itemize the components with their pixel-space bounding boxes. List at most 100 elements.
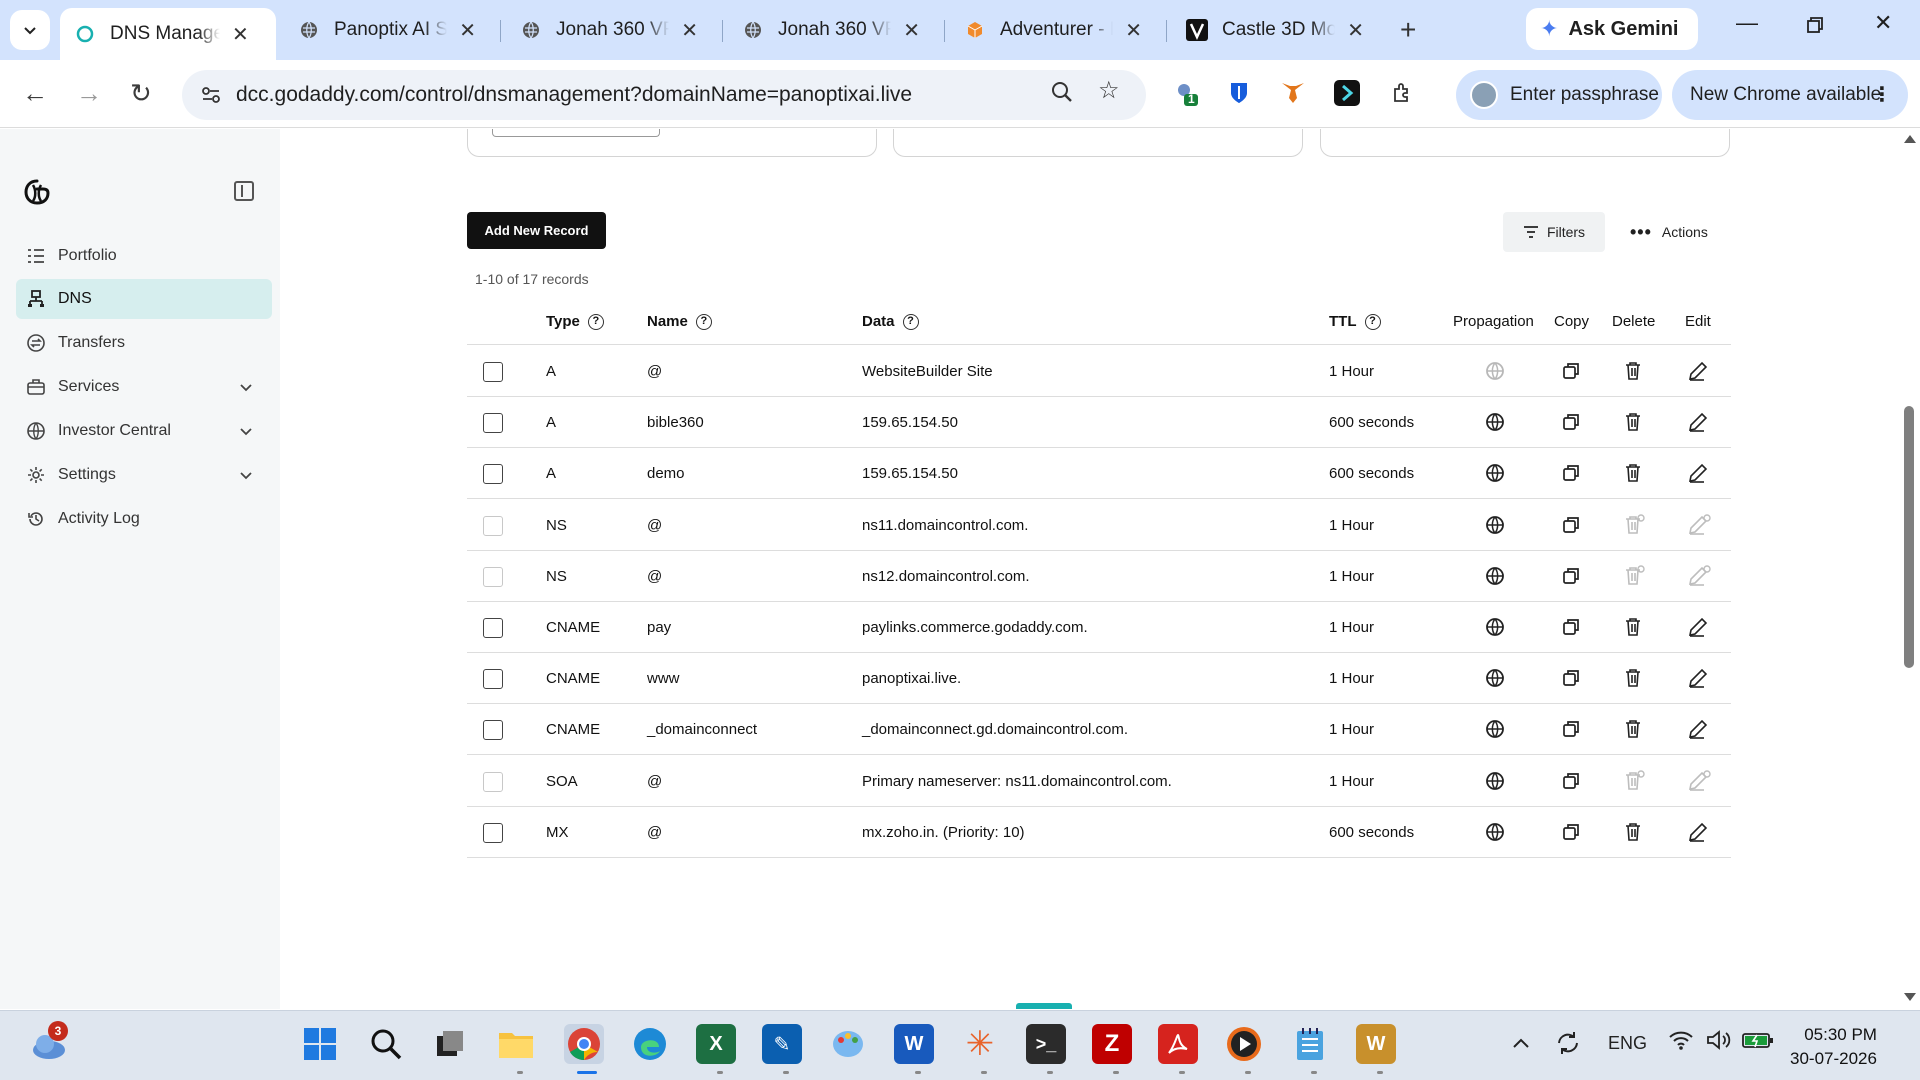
forward-arrow-extension-icon[interactable] [1334, 80, 1360, 106]
site-info-icon[interactable] [200, 84, 222, 106]
propagation-globe-icon[interactable] [1485, 668, 1505, 688]
edit-pencil-icon[interactable] [1687, 616, 1708, 637]
browser-tab[interactable]: Castle 3D Moc ✕ [1172, 8, 1378, 52]
edit-pencil-icon[interactable] [1687, 360, 1708, 381]
column-header-name[interactable]: Name? [647, 313, 712, 330]
copy-icon[interactable] [1561, 463, 1581, 483]
row-checkbox[interactable] [483, 618, 503, 638]
browser-tab[interactable]: Panoptix AI Sy ✕ [284, 8, 490, 52]
sync-icon[interactable] [1554, 1029, 1582, 1062]
forward-icon[interactable]: → [76, 78, 102, 109]
bookmark-star-icon[interactable]: ☆ [1098, 76, 1120, 105]
edit-pencil-icon[interactable] [1687, 411, 1708, 432]
bitwarden-icon[interactable] [1226, 80, 1252, 106]
delete-trash-icon[interactable] [1623, 616, 1643, 636]
close-icon[interactable]: ✕ [1125, 18, 1142, 43]
word-icon[interactable]: W [894, 1024, 934, 1064]
chevron-down-icon[interactable] [238, 423, 254, 439]
edit-pencil-icon[interactable] [1687, 462, 1708, 484]
browser-tab[interactable]: Jonah 360 VR ✕ [728, 8, 934, 52]
delete-trash-icon[interactable] [1623, 718, 1643, 739]
edit-pencil-icon[interactable] [1687, 718, 1708, 740]
sidebar-item-settings[interactable]: Settings [16, 455, 272, 495]
chrome-icon[interactable] [564, 1024, 604, 1064]
edit-pencil-icon[interactable] [1687, 667, 1708, 688]
column-header-data[interactable]: Data? [862, 313, 919, 330]
weather-icon[interactable]: 3 [28, 1021, 68, 1065]
copy-icon[interactable] [1561, 771, 1581, 791]
copy-icon[interactable] [1561, 361, 1581, 381]
feedback-tab[interactable] [1016, 1003, 1072, 1009]
claude-icon[interactable]: ✳ [960, 1024, 1000, 1064]
close-icon[interactable]: ✕ [681, 18, 698, 43]
minimize-icon[interactable]: — [1736, 10, 1758, 36]
copy-icon[interactable] [1561, 566, 1581, 586]
help-icon[interactable]: ? [587, 313, 604, 330]
close-window-icon[interactable]: ✕ [1874, 10, 1892, 36]
filters-button[interactable]: Filters [1503, 212, 1605, 252]
sidebar-item-dns[interactable]: DNS [16, 279, 272, 319]
propagation-globe-icon[interactable] [1485, 566, 1505, 586]
edge-icon[interactable] [630, 1024, 670, 1064]
browser-tab[interactable]: Adventurer - F ✕ [950, 8, 1156, 52]
windows-start-icon[interactable] [300, 1024, 340, 1064]
sidebar-item-investor-central[interactable]: Investor Central [16, 411, 272, 451]
copy-icon[interactable] [1561, 515, 1581, 535]
word-document-icon[interactable]: W [1356, 1024, 1396, 1064]
ask-gemini-button[interactable]: ✦ Ask Gemini [1526, 8, 1699, 50]
close-icon[interactable]: ✕ [1347, 18, 1364, 43]
extension-icon[interactable]: 1 [1172, 80, 1198, 106]
delete-trash-icon[interactable] [1623, 667, 1643, 687]
copy-icon[interactable] [1561, 822, 1581, 842]
task-view-icon[interactable] [430, 1024, 470, 1064]
wifi-icon[interactable] [1668, 1029, 1694, 1056]
sidebar-item-portfolio[interactable]: Portfolio [16, 236, 272, 276]
copy-icon[interactable] [1561, 617, 1581, 637]
system-clock[interactable]: 05:30 PM 30-07-2026 [1790, 1023, 1877, 1071]
scroll-up-icon[interactable] [1904, 135, 1916, 143]
language-indicator[interactable]: ENG [1608, 1033, 1647, 1054]
row-checkbox[interactable] [483, 413, 503, 434]
propagation-globe-icon[interactable] [1485, 412, 1505, 432]
profile-passphrase-button[interactable]: Enter passphrase [1456, 70, 1662, 120]
close-icon[interactable]: ✕ [903, 18, 920, 43]
acrobat-icon[interactable] [1158, 1024, 1198, 1064]
metamask-fox-icon[interactable] [1280, 80, 1306, 106]
collapse-sidebar-icon[interactable] [234, 181, 254, 201]
copy-icon[interactable] [1561, 412, 1581, 432]
new-tab-button[interactable]: + [1400, 14, 1416, 46]
column-header-type[interactable]: Type? [546, 313, 604, 330]
extensions-puzzle-icon[interactable] [1390, 80, 1416, 106]
paint-palette-icon[interactable] [828, 1024, 868, 1064]
battery-charging-icon[interactable] [1742, 1031, 1774, 1054]
propagation-globe-icon[interactable] [1485, 719, 1505, 739]
sidebar-item-activity-log[interactable]: Activity Log [16, 499, 272, 539]
delete-trash-icon[interactable] [1623, 462, 1643, 483]
edit-pencil-icon[interactable] [1687, 821, 1708, 842]
chevron-down-icon[interactable] [238, 379, 254, 395]
close-icon[interactable]: ✕ [459, 18, 476, 43]
tab-search-button[interactable] [10, 10, 50, 50]
propagation-globe-icon[interactable] [1485, 463, 1505, 483]
file-explorer-icon[interactable] [496, 1024, 536, 1064]
notepad-icon[interactable] [1290, 1024, 1330, 1064]
address-bar[interactable]: dcc.godaddy.com/control/dnsmanagement?do… [182, 70, 1146, 120]
paint-tool-icon[interactable]: ✎ [762, 1024, 802, 1064]
column-header-ttl[interactable]: TTL? [1329, 313, 1381, 330]
row-checkbox[interactable] [483, 720, 503, 741]
close-icon[interactable]: ✕ [232, 22, 249, 47]
terminal-icon[interactable]: >_ [1026, 1024, 1066, 1064]
propagation-globe-icon[interactable] [1485, 822, 1505, 842]
excel-icon[interactable]: X [696, 1024, 736, 1064]
new-chrome-available-button[interactable]: New Chrome available ⋮ [1672, 70, 1908, 120]
back-icon[interactable]: ← [22, 78, 48, 109]
zoom-search-icon[interactable] [1050, 80, 1074, 111]
sidebar-item-services[interactable]: Services [16, 367, 272, 407]
actions-button[interactable]: ••• Actions [1630, 212, 1708, 252]
help-icon[interactable]: ? [902, 313, 919, 330]
propagation-globe-icon[interactable] [1485, 361, 1505, 381]
media-player-icon[interactable] [1224, 1024, 1264, 1064]
sidebar-item-transfers[interactable]: Transfers [16, 323, 272, 363]
reload-icon[interactable]: ↻ [130, 78, 152, 109]
filezilla-icon[interactable]: Z [1092, 1024, 1132, 1064]
